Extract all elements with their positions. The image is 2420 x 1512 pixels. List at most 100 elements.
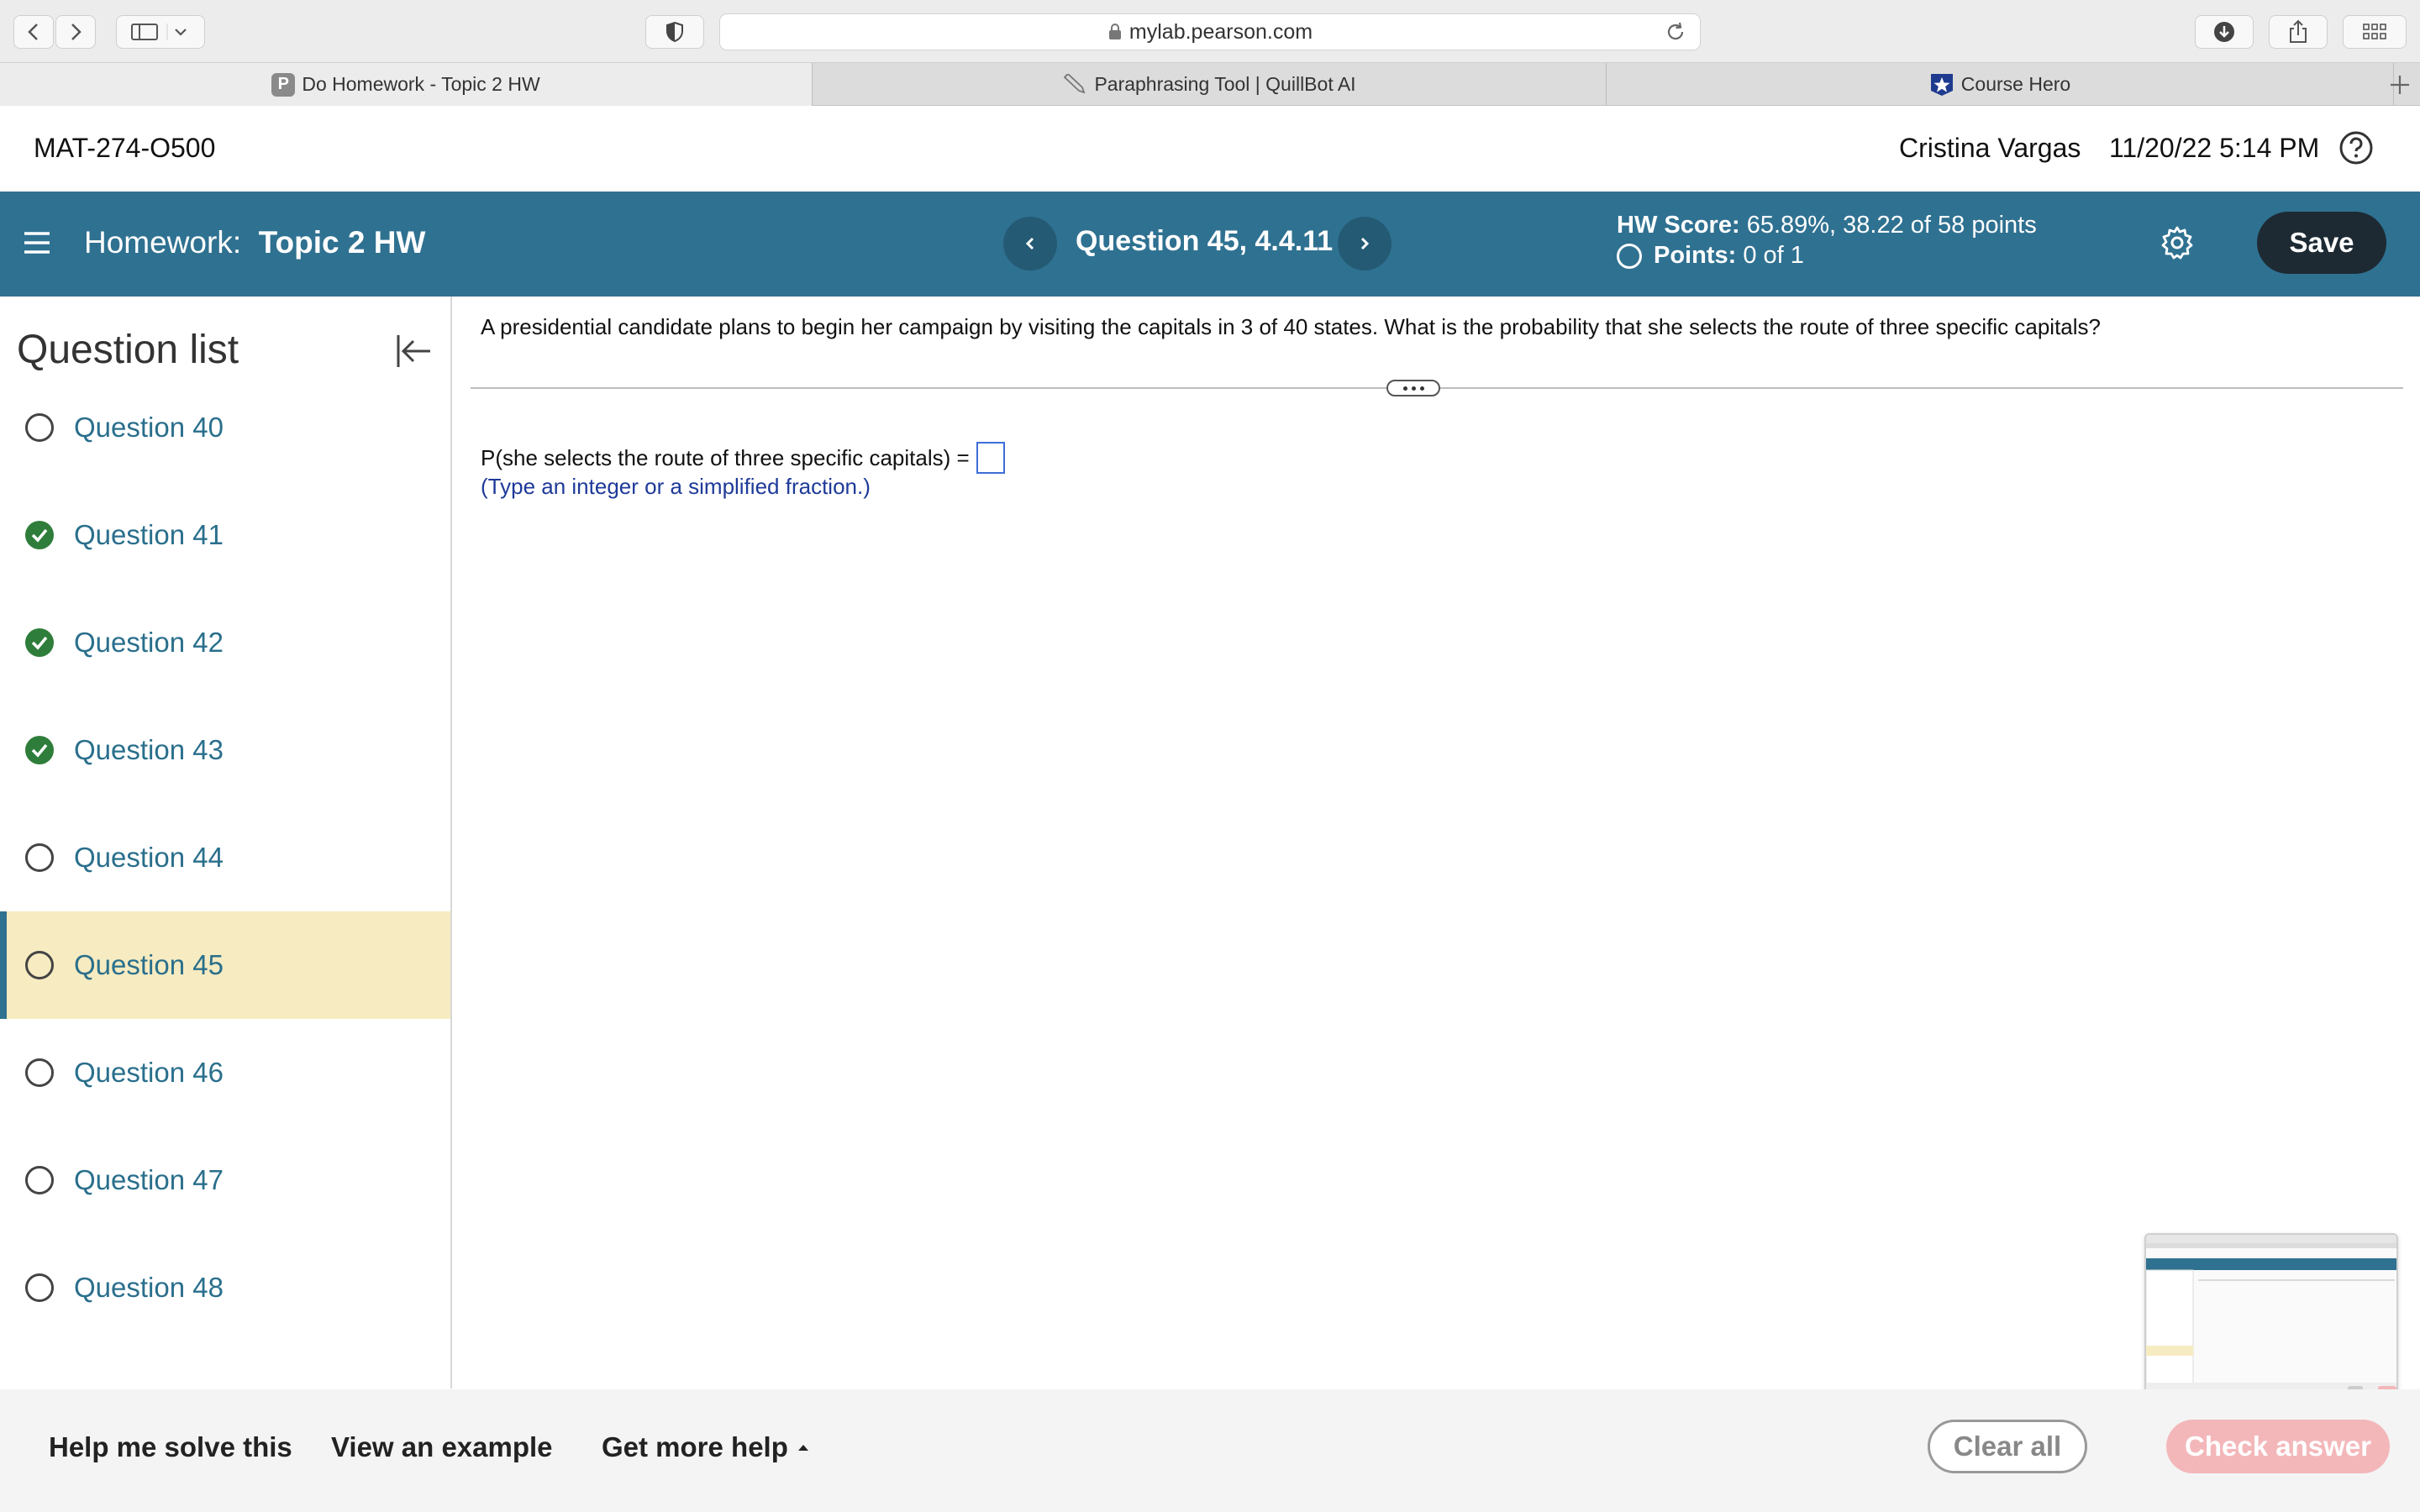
share-icon xyxy=(2290,19,2307,43)
points-label: Points: xyxy=(1654,242,1737,269)
current-datetime: 11/20/22 5:14 PM xyxy=(2109,133,2320,163)
tab-course-hero[interactable]: Course Hero xyxy=(1607,63,2393,106)
answer-input[interactable] xyxy=(976,442,1005,474)
next-question-button[interactable] xyxy=(1338,217,1392,270)
url-text: mylab.pearson.com xyxy=(1128,19,1313,44)
homework-name: Topic 2 HW xyxy=(258,225,426,260)
sidebar-toggle-button[interactable] xyxy=(116,15,205,49)
answer-prefix: P(she selects the route of three specifi… xyxy=(481,444,970,470)
download-icon xyxy=(2214,22,2234,42)
course-header: MAT-274-O500 Cristina Vargas 11/20/22 5:… xyxy=(0,106,2420,192)
help-icon[interactable] xyxy=(2338,129,2375,166)
hamburger-menu-icon[interactable] xyxy=(22,228,52,257)
question-list-item-40[interactable]: Question 40 xyxy=(0,374,450,481)
view-example-button[interactable]: View an example xyxy=(331,1431,553,1463)
question-list-label: Question 41 xyxy=(74,519,224,550)
shield-icon xyxy=(666,21,683,43)
unanswered-circle-icon xyxy=(25,1273,54,1302)
chevron-left-icon xyxy=(28,24,38,40)
question-list-item-47[interactable]: Question 47 xyxy=(0,1126,450,1234)
points-value: 0 of 1 xyxy=(1743,242,1804,269)
answer-hint: (Type an integer or a simplified fractio… xyxy=(481,474,871,499)
reload-icon[interactable] xyxy=(1665,21,1686,43)
downloads-button[interactable] xyxy=(2195,15,2254,49)
question-list-label: Question 42 xyxy=(74,627,224,658)
bottom-action-bar: Help me solve this View an example Get m… xyxy=(0,1389,2420,1512)
sidebar-icon xyxy=(131,24,187,40)
question-points: Points: 0 of 1 xyxy=(1617,242,1804,270)
pearson-favicon: P xyxy=(271,72,296,97)
privacy-shield-button[interactable] xyxy=(645,15,704,49)
question-list-label: Question 44 xyxy=(74,842,224,873)
chevron-right-icon xyxy=(1360,237,1370,250)
collapse-panel-icon[interactable] xyxy=(393,330,435,372)
question-list-item-41[interactable]: Question 41 xyxy=(0,481,450,589)
question-prompt: A presidential candidate plans to begin … xyxy=(481,314,2101,339)
chevron-left-icon xyxy=(1025,237,1034,250)
unanswered-circle-icon xyxy=(25,413,54,442)
previous-question-button[interactable] xyxy=(1003,217,1057,270)
question-list-panel: Question list Question 40 Question 41 Qu… xyxy=(0,297,452,1389)
question-list-item-43[interactable]: Question 43 xyxy=(0,696,450,804)
check-circle-icon xyxy=(25,521,54,549)
back-button[interactable] xyxy=(13,15,54,49)
tab-strip: P Do Homework - Topic 2 HW Paraphrasing … xyxy=(0,62,2420,106)
points-status-circle-icon xyxy=(1617,243,1642,269)
browser-toolbar: mylab.pearson.com xyxy=(0,0,2420,62)
clear-all-button[interactable]: Clear all xyxy=(1928,1420,2087,1473)
question-list-item-42[interactable]: Question 42 xyxy=(0,589,450,696)
chevron-right-icon xyxy=(71,24,82,40)
homework-prefix: Homework: xyxy=(84,225,242,260)
forward-button[interactable] xyxy=(55,15,96,49)
question-list-item-48[interactable]: Question 48 xyxy=(0,1234,450,1341)
check-circle-icon xyxy=(25,736,54,764)
save-button[interactable]: Save xyxy=(2257,212,2386,274)
question-list-item-45[interactable]: Question 45 xyxy=(0,911,450,1019)
unanswered-circle-icon xyxy=(25,951,54,979)
check-circle-icon xyxy=(25,628,54,657)
question-list-item-44[interactable]: Question 44 xyxy=(0,804,450,911)
gear-icon[interactable] xyxy=(2160,225,2195,260)
grid-icon xyxy=(2363,24,2386,39)
tab-overview-button[interactable] xyxy=(2343,15,2407,49)
address-bar[interactable]: mylab.pearson.com xyxy=(719,13,1701,50)
question-list-item-46[interactable]: Question 46 xyxy=(0,1019,450,1126)
answer-line: P(she selects the route of three specifi… xyxy=(481,442,1005,474)
course-id: MAT-274-O500 xyxy=(34,133,216,163)
question-list-label: Question 47 xyxy=(74,1164,224,1195)
hw-score: HW Score: 65.89%, 38.22 of 58 points xyxy=(1617,212,2037,239)
user-name[interactable]: Cristina Vargas xyxy=(1899,133,2081,164)
share-button[interactable] xyxy=(2269,15,2328,49)
question-list-label: Question 46 xyxy=(74,1057,224,1088)
tab-do-homework[interactable]: P Do Homework - Topic 2 HW xyxy=(0,63,812,106)
course-hero-star-icon xyxy=(1930,73,1953,96)
get-more-help-label: Get more help xyxy=(602,1431,788,1462)
resize-grip-handle[interactable] xyxy=(1386,380,1440,396)
quill-icon xyxy=(1064,73,1086,93)
preview-image xyxy=(2146,1235,2396,1394)
unanswered-circle-icon xyxy=(25,843,54,872)
tab-quillbot[interactable]: Paraphrasing Tool | QuillBot AI xyxy=(813,63,1606,106)
screenshot-preview-thumbnail[interactable] xyxy=(2144,1233,2398,1396)
new-tab-plus-icon[interactable] xyxy=(2388,73,2412,97)
question-list-label: Question 45 xyxy=(74,949,224,980)
hw-score-label: HW Score: xyxy=(1617,212,1740,239)
homework-bar: Homework: Topic 2 HW Question 45, 4.4.11… xyxy=(0,192,2420,297)
tab-label: Paraphrasing Tool | QuillBot AI xyxy=(1094,73,1356,95)
unanswered-circle-icon xyxy=(25,1058,54,1087)
question-number: Question 45, 4.4.11 xyxy=(1076,225,1334,257)
tab-label: Course Hero xyxy=(1960,73,2071,95)
help-me-solve-button[interactable]: Help me solve this xyxy=(49,1431,292,1463)
question-list-title: Question list xyxy=(17,328,239,372)
hw-score-value: 65.89%, 38.22 of 58 points xyxy=(1746,212,2037,239)
question-list-label: Question 43 xyxy=(74,734,224,765)
question-list-label: Question 40 xyxy=(74,412,224,443)
unanswered-circle-icon xyxy=(25,1166,54,1194)
get-more-help-button[interactable]: Get more help xyxy=(602,1431,810,1463)
homework-title: Homework: Topic 2 HW xyxy=(84,225,425,260)
tab-label: Do Homework - Topic 2 HW xyxy=(302,73,540,95)
question-list-label: Question 48 xyxy=(74,1272,224,1303)
lock-icon xyxy=(1108,24,1121,39)
check-answer-button[interactable]: Check answer xyxy=(2166,1420,2390,1473)
caret-up-icon xyxy=(797,1445,808,1451)
